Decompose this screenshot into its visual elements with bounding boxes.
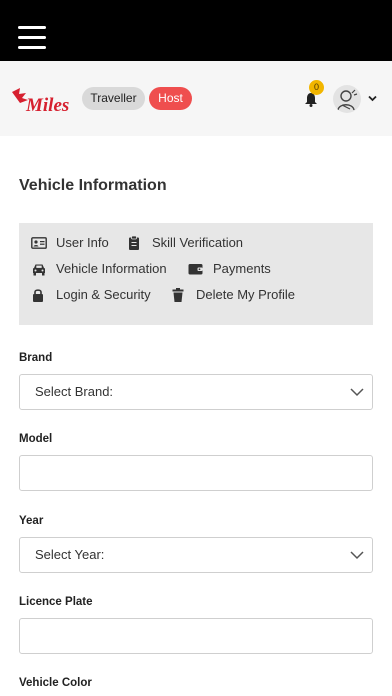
- trash-icon: [172, 288, 184, 302]
- page-title: Vehicle Information: [19, 177, 167, 194]
- notification-badge: 0: [309, 80, 324, 95]
- model-input[interactable]: [19, 455, 373, 491]
- model-label: Model: [19, 433, 53, 445]
- wallet-icon: [188, 264, 203, 275]
- host-toggle[interactable]: Host: [149, 87, 192, 110]
- traveller-toggle[interactable]: Traveller: [82, 87, 145, 110]
- licence-plate-input[interactable]: [19, 618, 373, 654]
- licence-plate-label: Licence Plate: [19, 596, 93, 608]
- user-icon: [337, 89, 358, 111]
- profile-menu: User Info Skill Verification Vehicle Inf…: [19, 223, 373, 325]
- id-card-icon: [31, 237, 47, 249]
- menu-item-label: Payments: [213, 261, 271, 276]
- chevron-down-icon[interactable]: [368, 95, 377, 102]
- year-label: Year: [19, 515, 44, 527]
- menu-item-label: Vehicle Information: [56, 261, 167, 276]
- lock-icon: [33, 289, 43, 302]
- brand-label: Brand: [19, 352, 53, 364]
- chevron-down-icon: [350, 388, 364, 397]
- car-icon: [33, 264, 45, 276]
- menu-item-label: User Info: [56, 235, 109, 250]
- menu-item-label: Login & Security: [56, 287, 151, 302]
- vehicle-color-label: Vehicle Color: [19, 677, 92, 689]
- app-header: Miles Traveller Host 0: [0, 61, 392, 136]
- year-select-value: Select Year:: [35, 547, 105, 562]
- menu-item-label: Delete My Profile: [196, 287, 295, 302]
- user-avatar[interactable]: [333, 85, 361, 113]
- chevron-down-icon: [350, 551, 364, 560]
- brand-select-value: Select Brand:: [35, 384, 114, 399]
- brand-select[interactable]: Select Brand:: [19, 374, 373, 410]
- svg-text:Miles: Miles: [25, 95, 69, 116]
- top-bar: [0, 0, 392, 61]
- clipboard-icon: [129, 236, 139, 250]
- year-select[interactable]: Select Year:: [19, 537, 373, 573]
- hamburger-icon[interactable]: [18, 26, 46, 50]
- miles-logo[interactable]: Miles: [10, 82, 78, 118]
- menu-item-label: Skill Verification: [152, 235, 244, 250]
